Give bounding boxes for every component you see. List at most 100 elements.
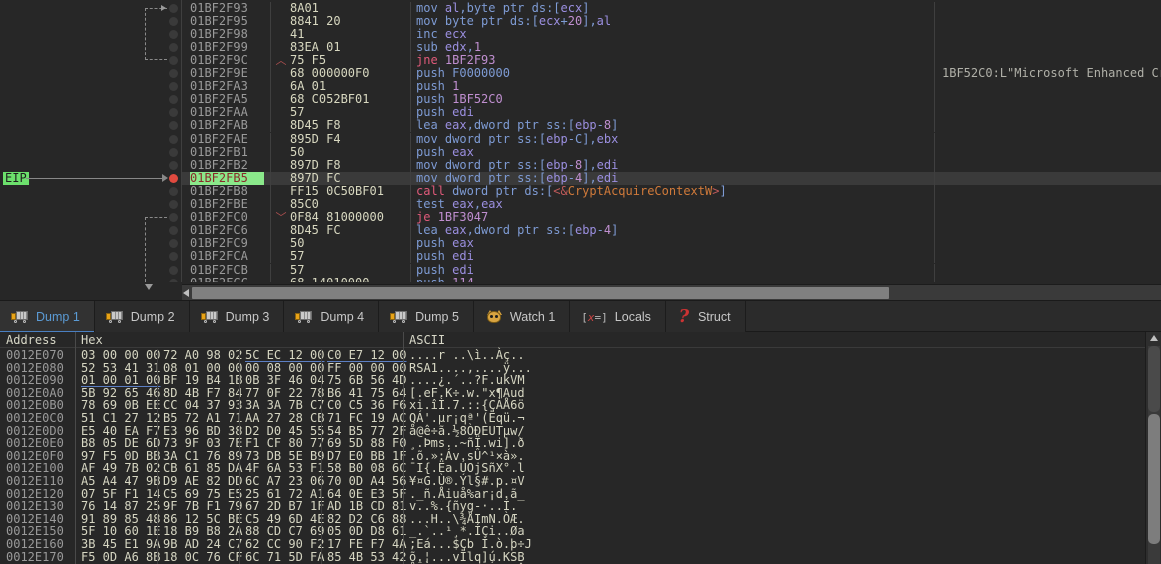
hex-byte-group[interactable]: B5 72 A1 71 [163,412,242,425]
hex-dump-row[interactable]: 0012E160 3B 45 E1 9A 9B AD 24 C7 62 CC 90 F… [0,538,1161,551]
hex-byte-group[interactable]: 17 FE F7 4A [327,538,406,551]
hex-byte-group[interactable]: 72 A0 98 02 [163,349,242,362]
hex-byte-group[interactable]: 51 C1 27 12 [81,412,160,425]
breakpoint-toggle[interactable] [169,42,178,52]
breakpoint-toggle[interactable] [169,213,178,223]
hex-byte-group[interactable]: 69 5D 88 F0 [327,437,406,450]
hex-byte-group[interactable]: B8 05 DE 6D [81,437,160,450]
disassembly-row[interactable]: 01BF2FC6 8D45 FC lea eax,dword ptr ss:[ebp… [182,224,1161,238]
scroll-left-arrow-icon[interactable] [183,289,189,297]
disassembly-row[interactable]: 01BF2F9E 68 000000F0 push F0000000 1BF52C0:… [182,66,1161,81]
disassembly-row[interactable]: 01BF2F98 41 inc ecx [182,27,1161,41]
disassembly-row[interactable]: 01BF2F93 8A01 mov al,byte ptr ds:[ecx] [182,1,1161,15]
ascii-text[interactable]: ¸.Þms..~ñÏ.wi].ð [409,437,525,450]
breakpoint-toggle[interactable] [169,226,178,236]
disassembly-row[interactable]: 01BF2FCA 57 push edi [182,250,1161,264]
panel-tab-bar[interactable]: Dump 1 Dump 2 Dump 3 Dump 4 Dump 5 Watch 1 [x =… [0,300,1161,333]
hex-dump-vertical-scrollbar[interactable] [1145,332,1161,564]
disassembly-row[interactable]: 01BF2FB2 897D F8 mov dword ptr ss:[ebp-8],… [182,158,1161,172]
hex-dump-row[interactable]: 0012E110 A5 A4 47 9B D9 AE 82 DD 6C A7 23 0… [0,475,1161,488]
breakpoint-toggle[interactable] [169,160,178,170]
ascii-text[interactable]: QÁ'.µr¡qª'(Ëqü.¬ [409,412,525,425]
hex-dump-row[interactable]: 0012E090 01 00 01 00 BF 19 B4 1B 0B 3F 46 0… [0,374,1161,387]
ascii-text[interactable]: ¥¤G.Ù®.Ýl§#.p.¤V [409,475,525,488]
scrollbar-thumb[interactable] [1148,414,1160,544]
breakpoint-toggle[interactable] [169,55,178,65]
hex-byte-group[interactable]: 76 14 87 25 [81,500,160,513]
hex-byte-group[interactable]: AA 27 28 CB [245,412,324,425]
disassembly-row[interactable]: 01BF2FC9 50 push eax [182,237,1161,251]
breakpoint-toggle[interactable] [169,121,178,131]
ascii-text[interactable]: ;Eá...$Çb Ì.ò.þ÷J [409,538,532,551]
hex-dump-pane[interactable]: Address Hex ASCII 0012E070 03 00 00 00 72 … [0,332,1161,564]
tab-locals[interactable]: [x =] Locals [570,301,666,333]
hex-byte-group[interactable]: 9F 7B F1 79 [163,500,242,513]
hex-byte-group[interactable]: C0 E7 12 00 [327,349,406,362]
breakpoint-toggle[interactable] [169,108,178,118]
breakpoint-toggle[interactable] [169,186,178,196]
breakpoint-toggle[interactable] [169,200,178,209]
disassembly-row[interactable]: 01BF2FAB 8D45 F8 lea eax,dword ptr ss:[ebp… [182,119,1161,133]
hex-byte-group[interactable]: 01 00 01 00 [81,374,160,387]
scroll-up-arrow-icon[interactable] [1150,335,1158,341]
breakpoint-toggle[interactable] [169,134,178,144]
hex-dump-row[interactable]: 0012E0E0 B8 05 DE 6D 73 9F 03 7E F1 CF 80 7… [0,437,1161,450]
disassembly-row[interactable]: 01BF2FAE 895D F4 mov dword ptr ss:[ebp-C],… [182,132,1161,146]
breakpoint-toggle[interactable] [169,278,178,282]
hex-byte-group[interactable]: AD 1B CD 81 [327,500,406,513]
disassembly-row[interactable]: 01BF2FB8 FF15 0C50BF01 call dword ptr ds:[… [182,184,1161,198]
ascii-text[interactable]: v..%.{ñyg-·..Í. [409,500,517,513]
tab-dump-3[interactable]: Dump 3 [189,301,285,333]
hex-byte-group[interactable]: 75 6B 56 4D [327,374,406,387]
tab-dump-2[interactable]: Dump 2 [94,301,190,333]
breakpoint-column[interactable] [167,0,181,282]
hex-byte-group[interactable]: 73 9F 03 7E [163,437,242,450]
hex-byte-group[interactable]: 70 0D A4 56 [327,475,406,488]
tab-dump-5[interactable]: Dump 5 [379,301,474,333]
breakpoint-toggle[interactable] [169,69,178,78]
ascii-text[interactable]: ....¿.´..?F.ukVM [409,374,525,387]
hex-byte-group[interactable]: 67 2D B7 1F [245,500,324,513]
breakpoint-toggle[interactable] [169,173,178,183]
disassembly-row[interactable]: 01BF2F99 83EA 01 sub edx,1 [182,40,1161,54]
tab-dump-4[interactable]: Dump 4 [284,301,380,333]
breakpoint-toggle[interactable] [169,29,178,39]
breakpoint-toggle[interactable] [169,16,178,26]
scrollbar-thumb[interactable] [192,287,889,299]
hex-byte-group[interactable]: 9B AD 24 C7 [163,538,242,551]
hex-byte-group[interactable]: 0B 3F 46 04 [245,374,324,387]
hex-dump-row[interactable]: 0012E130 76 14 87 25 9F 7B F1 79 67 2D B7 1… [0,500,1161,513]
tab-struct[interactable]: ? Struct [665,301,746,333]
disassembly-horizontal-scrollbar[interactable] [182,284,1161,300]
breakpoint-toggle[interactable] [169,265,178,275]
hex-dump-row[interactable]: 0012E0C0 51 C1 27 12 B5 72 A1 71 AA 27 28 C… [0,412,1161,425]
hex-byte-group[interactable]: 71 FC 19 AC [327,412,406,425]
disassembly-row[interactable]: 01BF2F95 8841 20 mov byte ptr ds:[ecx+20],… [182,14,1161,28]
hex-byte-group[interactable]: BF 19 B4 1B [163,374,242,387]
breakpoint-toggle[interactable] [169,239,178,249]
breakpoint-toggle[interactable] [169,252,178,262]
hex-byte-group[interactable]: F1 CF 80 77 [245,437,324,450]
disassembly-row[interactable]: 01BF2FB1 50 push eax [182,145,1161,159]
tab-dump-1[interactable]: Dump 1 [0,301,95,333]
ascii-text[interactable]: ....r ..\ì..Àç.. [409,349,525,362]
hex-byte-group[interactable]: 3B 45 E1 9A [81,538,160,551]
column-separator [239,475,240,488]
breakpoint-toggle[interactable] [169,3,178,13]
hex-byte-group[interactable]: 03 00 00 00 [81,349,160,362]
hex-dump-row[interactable]: 0012E070 03 00 00 00 72 A0 98 02 5C EC 12 0… [0,349,1161,362]
disassembly-row[interactable]: 01BF2FA5 68 C052BF01 push 1BF52C0 [182,93,1161,107]
breakpoint-toggle[interactable] [169,147,178,157]
breakpoint-toggle[interactable] [169,82,178,92]
hex-byte-group[interactable]: 62 CC 90 F2 [245,538,324,551]
hex-byte-group[interactable]: D9 AE 82 DD [163,475,242,488]
disassembly-row[interactable]: 01BF2FCC 68 14010000 push 114 [182,276,1161,282]
disassembly-row[interactable]: 01BF2FCB 57 push edi [182,263,1161,277]
hex-byte-group[interactable]: 6C A7 23 06 [245,475,324,488]
disassembly-pane[interactable]: EIP 01BF2F93 8A01 mov al,byte ptr ds:[ecx]… [0,0,1161,282]
scrollbar-thumb-upper[interactable] [1148,346,1160,412]
hex-byte-group[interactable]: 5C EC 12 00 [245,349,324,362]
breakpoint-toggle[interactable] [169,95,178,105]
hex-byte-group[interactable]: A5 A4 47 9B [81,475,160,488]
tab-watch-1[interactable]: Watch 1 [473,301,571,333]
